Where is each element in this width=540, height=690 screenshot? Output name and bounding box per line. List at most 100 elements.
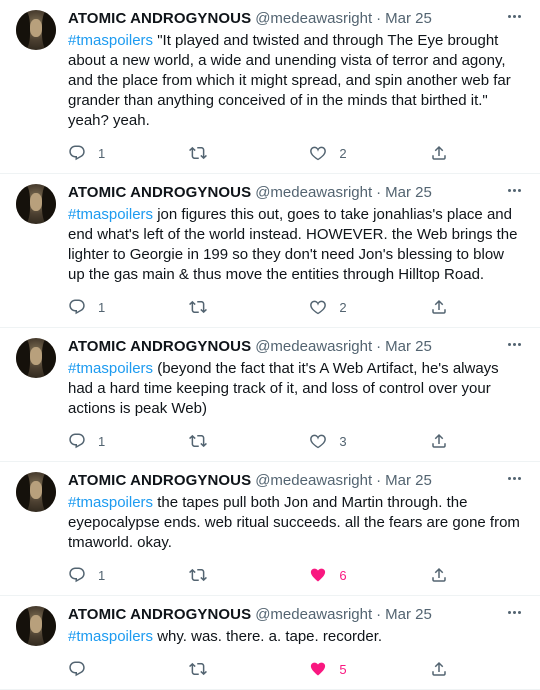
tweet[interactable]: ATOMIC ANDROGYNOUS @medeawasright · Mar 25 #… <box>0 174 540 328</box>
tweet-actions: 5 <box>68 649 448 689</box>
share-button[interactable] <box>430 144 448 162</box>
heart-icon <box>309 660 327 678</box>
display-name[interactable]: ATOMIC ANDROGYNOUS <box>68 606 251 623</box>
reply-count: 1 <box>98 299 106 315</box>
reply-icon <box>68 298 86 316</box>
separator: · <box>376 337 382 355</box>
reply-button[interactable]: 1 <box>68 566 158 584</box>
user-handle[interactable]: @medeawasright <box>255 184 372 201</box>
avatar[interactable] <box>16 472 56 512</box>
separator: · <box>376 9 382 27</box>
display-name[interactable]: ATOMIC ANDROGYNOUS <box>68 472 251 489</box>
tweet-text: #tmaspoilers why. was. there. a. tape. r… <box>68 627 524 647</box>
user-handle[interactable]: @medeawasright <box>255 10 372 27</box>
separator: · <box>376 183 382 201</box>
hashtag-link[interactable]: #tmaspoilers <box>68 628 153 645</box>
tweet[interactable]: ATOMIC ANDROGYNOUS @medeawasright · Mar 25 #… <box>0 328 540 462</box>
tweet-text: #tmaspoilers the tapes pull both Jon and… <box>68 493 524 553</box>
timeline: ATOMIC ANDROGYNOUS @medeawasright · Mar 25 #… <box>0 0 540 690</box>
avatar[interactable] <box>16 606 56 646</box>
tweet-header: ATOMIC ANDROGYNOUS @medeawasright · Mar 25 <box>68 328 524 356</box>
tweet-timestamp[interactable]: Mar 25 <box>385 338 432 355</box>
like-button[interactable]: 3 <box>309 432 399 450</box>
share-icon <box>430 566 448 584</box>
tweet-actions: 13 <box>68 421 448 461</box>
display-name[interactable]: ATOMIC ANDROGYNOUS <box>68 10 251 27</box>
tweet[interactable]: ATOMIC ANDROGYNOUS @medeawasright · Mar 25 #… <box>0 596 540 690</box>
tweet-timestamp[interactable]: Mar 25 <box>385 184 432 201</box>
retweet-button[interactable] <box>188 298 279 316</box>
retweet-icon <box>188 660 207 678</box>
like-button[interactable]: 5 <box>309 660 399 678</box>
display-name[interactable]: ATOMIC ANDROGYNOUS <box>68 338 251 355</box>
hashtag-link[interactable]: #tmaspoilers <box>68 206 153 223</box>
separator: · <box>376 471 382 489</box>
heart-icon <box>309 432 327 450</box>
reply-icon <box>68 660 86 678</box>
retweet-icon <box>188 144 207 162</box>
like-button[interactable]: 2 <box>309 144 399 162</box>
share-icon <box>430 432 448 450</box>
share-icon <box>430 660 448 678</box>
retweet-button[interactable] <box>188 144 279 162</box>
avatar[interactable] <box>16 184 56 224</box>
retweet-button[interactable] <box>188 660 279 678</box>
heart-icon <box>309 144 327 162</box>
like-count: 6 <box>339 567 347 583</box>
display-name[interactable]: ATOMIC ANDROGYNOUS <box>68 184 251 201</box>
reply-button[interactable] <box>68 660 158 678</box>
tweet-header: ATOMIC ANDROGYNOUS @medeawasright · Mar 25 <box>68 596 524 624</box>
retweet-icon <box>188 432 207 450</box>
tweet-actions: 12 <box>68 287 448 327</box>
more-icon[interactable] <box>504 6 524 26</box>
hashtag-link[interactable]: #tmaspoilers <box>68 494 153 511</box>
tweet-header: ATOMIC ANDROGYNOUS @medeawasright · Mar 25 <box>68 0 524 28</box>
user-handle[interactable]: @medeawasright <box>255 472 372 489</box>
hashtag-link[interactable]: #tmaspoilers <box>68 32 153 49</box>
user-handle[interactable]: @medeawasright <box>255 338 372 355</box>
more-icon[interactable] <box>504 602 524 622</box>
tweet-timestamp[interactable]: Mar 25 <box>385 10 432 27</box>
reply-icon <box>68 566 86 584</box>
hashtag-link[interactable]: #tmaspoilers <box>68 360 153 377</box>
avatar[interactable] <box>16 338 56 378</box>
share-button[interactable] <box>430 660 448 678</box>
tweet-header: ATOMIC ANDROGYNOUS @medeawasright · Mar 25 <box>68 174 524 202</box>
reply-button[interactable]: 1 <box>68 144 158 162</box>
reply-button[interactable]: 1 <box>68 432 158 450</box>
more-icon[interactable] <box>504 468 524 488</box>
tweet-body: why. was. there. a. tape. recorder. <box>153 628 383 645</box>
reply-icon <box>68 144 86 162</box>
separator: · <box>376 605 382 623</box>
user-handle[interactable]: @medeawasright <box>255 606 372 623</box>
reply-count: 1 <box>98 145 106 161</box>
tweet-header: ATOMIC ANDROGYNOUS @medeawasright · Mar 25 <box>68 462 524 490</box>
like-button[interactable]: 6 <box>309 566 399 584</box>
reply-button[interactable]: 1 <box>68 298 158 316</box>
tweet-timestamp[interactable]: Mar 25 <box>385 472 432 489</box>
retweet-button[interactable] <box>188 566 279 584</box>
more-icon[interactable] <box>504 334 524 354</box>
like-count: 3 <box>339 433 347 449</box>
share-button[interactable] <box>430 298 448 316</box>
like-button[interactable]: 2 <box>309 298 399 316</box>
like-count: 2 <box>339 145 347 161</box>
tweet-actions: 12 <box>68 133 448 173</box>
tweet-text: #tmaspoilers "It played and twisted and … <box>68 31 524 131</box>
retweet-button[interactable] <box>188 432 279 450</box>
share-button[interactable] <box>430 566 448 584</box>
reply-count: 1 <box>98 567 106 583</box>
heart-icon <box>309 566 327 584</box>
like-count: 5 <box>339 661 347 677</box>
heart-icon <box>309 298 327 316</box>
retweet-icon <box>188 566 207 584</box>
tweet[interactable]: ATOMIC ANDROGYNOUS @medeawasright · Mar 25 #… <box>0 462 540 596</box>
tweet-timestamp[interactable]: Mar 25 <box>385 606 432 623</box>
more-icon[interactable] <box>504 180 524 200</box>
tweet[interactable]: ATOMIC ANDROGYNOUS @medeawasright · Mar 25 #… <box>0 0 540 174</box>
share-button[interactable] <box>430 432 448 450</box>
share-icon <box>430 298 448 316</box>
reply-icon <box>68 432 86 450</box>
retweet-icon <box>188 298 207 316</box>
avatar[interactable] <box>16 10 56 50</box>
